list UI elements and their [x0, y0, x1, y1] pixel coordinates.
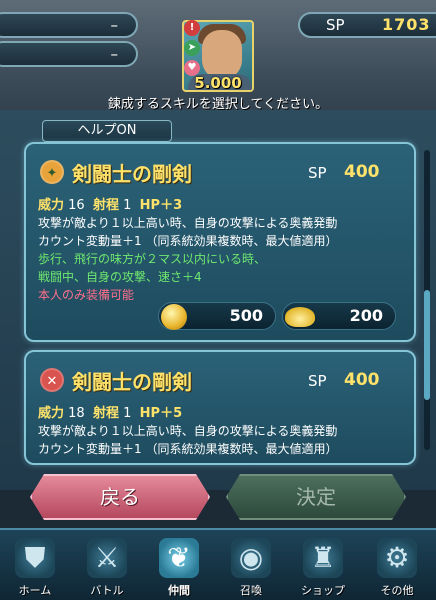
- nav-shop[interactable]: ♜ ショップ: [290, 534, 356, 600]
- portrait-value: 5.000: [194, 74, 242, 92]
- status-pill-1-value: –: [110, 16, 119, 34]
- help-toggle-button[interactable]: ヘルプON: [42, 120, 172, 142]
- orb-icon: ◉: [231, 538, 271, 578]
- range-value: 1: [123, 198, 132, 213]
- skill-card-2[interactable]: ✕ 剣闘士の剛剣 SP 400 威力 18 射程 1 HP＋5 攻撃が敵より１以…: [24, 350, 416, 465]
- skill-refine-icon: ✦: [40, 160, 64, 184]
- portrait-face: [202, 30, 242, 80]
- skill-name: 剣闘士の剛剣: [72, 162, 192, 186]
- skill-desc-line-3: 歩行、飛行の味方が２マス以内にいる時、: [38, 252, 267, 266]
- nav-allies[interactable]: ❦ 仲間: [146, 534, 212, 600]
- home-icon: ⛊: [15, 538, 55, 578]
- hp-bonus: HP＋5: [139, 406, 183, 421]
- nav-other-label: その他: [380, 584, 414, 597]
- skill-sp-label: SP: [308, 372, 327, 390]
- scrollbar-thumb[interactable]: [424, 290, 430, 400]
- might-value: 18: [68, 406, 85, 421]
- coin-cost: 500: [158, 302, 276, 330]
- sp-counter: SP 1703: [298, 12, 436, 38]
- weapon-type-icon: !: [184, 20, 200, 36]
- nav-other[interactable]: ⚙ その他: [364, 534, 430, 600]
- bottom-nav: ⛊ ホーム ⚔ バトル ❦ 仲間 ◉ 召喚 ♜ ショップ ⚙ その他: [0, 528, 436, 600]
- skill-desc-line-2: カウント変動量＋1 （同系統効果複数時、最大値適用）: [38, 442, 338, 456]
- skill-sp-label: SP: [308, 164, 327, 182]
- dew-icon: [285, 307, 315, 327]
- status-pill-1: –: [0, 12, 138, 38]
- dew-cost: 200: [282, 302, 396, 330]
- dew-cost-value: 200: [349, 306, 383, 325]
- wing-icon: ❦: [159, 538, 199, 578]
- might-label: 威力: [38, 198, 65, 213]
- might-label: 威力: [38, 406, 65, 421]
- coin-cost-value: 500: [229, 306, 263, 325]
- nav-home-label: ホーム: [18, 584, 52, 597]
- skill-sp-value: 400: [344, 162, 380, 182]
- range-label: 射程: [92, 198, 119, 213]
- skill-refine-icon: ✕: [40, 368, 64, 392]
- range-value: 1: [123, 406, 132, 421]
- instruction-text: 鍊成するスキルを選択してください。: [107, 97, 329, 112]
- move-type-icon: ➤: [184, 40, 200, 56]
- nav-shop-label: ショップ: [301, 584, 345, 597]
- nav-summon-label: 召喚: [240, 584, 262, 597]
- skill-desc-line-1: 攻撃が敵より１以上高い時、自身の攻撃による奥義発動: [38, 424, 338, 438]
- range-label: 射程: [92, 406, 119, 421]
- skill-desc-line-1: 攻撃が敵より１以上高い時、自身の攻撃による奥義発動: [38, 216, 338, 230]
- might-value: 16: [68, 198, 85, 213]
- skill-name: 剣闘士の剛剣: [72, 370, 192, 394]
- status-pill-2: –: [0, 41, 138, 67]
- nav-summon[interactable]: ◉ 召喚: [218, 534, 284, 600]
- skill-desc-line-2: カウント変動量＋1 （同系統効果複数時、最大値適用）: [38, 234, 338, 248]
- gear-icon: ⚙: [377, 538, 417, 578]
- skill-desc-line-4: 戦闘中、自身の攻撃、速さ＋4: [38, 270, 202, 284]
- castle-icon: ♜: [303, 538, 343, 578]
- nav-battle-label: バトル: [90, 584, 124, 597]
- confirm-button[interactable]: 決定: [226, 474, 406, 520]
- coin-icon: [161, 304, 187, 330]
- status-pill-2-value: –: [110, 45, 119, 63]
- hp-bonus: HP＋3: [139, 198, 183, 213]
- nav-battle[interactable]: ⚔ バトル: [74, 534, 140, 600]
- skill-stats: 威力 18 射程 1 HP＋5: [38, 402, 182, 421]
- skill-sp-value: 400: [344, 370, 380, 390]
- nav-allies-label: 仲間: [168, 584, 190, 597]
- skill-stats: 威力 16 射程 1 HP＋3: [38, 194, 182, 213]
- skill-desc-line-5: 本人のみ装備可能: [38, 288, 135, 302]
- nav-home[interactable]: ⛊ ホーム: [2, 534, 68, 600]
- sp-counter-label: SP: [326, 16, 345, 34]
- sp-counter-value: 1703: [382, 15, 431, 34]
- swords-icon: ⚔: [87, 538, 127, 578]
- back-button[interactable]: 戻る: [30, 474, 210, 520]
